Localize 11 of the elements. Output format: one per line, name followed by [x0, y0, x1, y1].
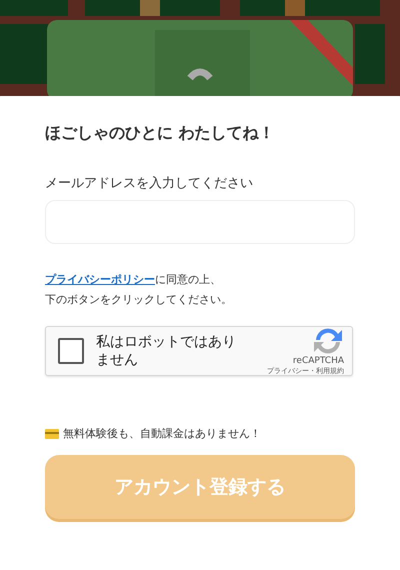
captcha-label: 私はロボットではありません: [96, 333, 237, 369]
recaptcha-text: reCAPTCHA: [292, 356, 344, 366]
refresh-icon: [312, 326, 344, 356]
notice-text: 無料体験後も、自動課金はありません！: [63, 426, 261, 441]
captcha-checkbox[interactable]: [58, 338, 84, 364]
privacy-policy-link[interactable]: プライバシーポリシー: [45, 273, 155, 286]
consent-text: 下のボタンをクリックしてください。: [45, 292, 233, 308]
credit-card-icon: [45, 428, 59, 438]
heading: ほごしゃのひとに わたしてね！: [45, 123, 276, 144]
consent-text: プライバシーポリシーに同意の上、: [45, 272, 222, 288]
email-label: メールアドレスを入力してください: [45, 175, 254, 192]
